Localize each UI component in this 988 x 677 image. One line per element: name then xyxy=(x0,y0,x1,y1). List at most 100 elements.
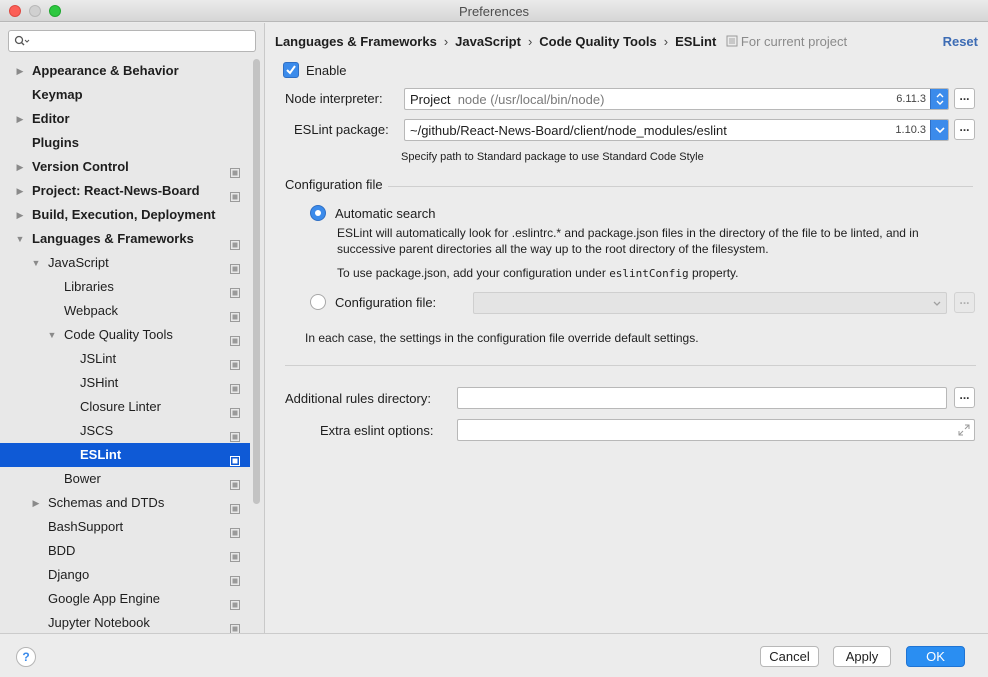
sidebar-item-webpack[interactable]: Webpack xyxy=(0,299,250,323)
sidebar-item-closure-linter[interactable]: Closure Linter xyxy=(0,395,250,419)
expand-arrow-right-icon[interactable]: ▶ xyxy=(15,155,25,179)
sidebar-item-jslint[interactable]: JSLint xyxy=(0,347,250,371)
sidebar-item-label: Bower xyxy=(64,471,101,486)
project-config-icon xyxy=(230,426,240,442)
reset-link[interactable]: Reset xyxy=(943,34,978,49)
sidebar-item-google-app-engine[interactable]: Google App Engine xyxy=(0,587,250,611)
project-scope-icon xyxy=(726,35,738,47)
cancel-button[interactable]: Cancel xyxy=(760,646,819,667)
sidebar-item-keymap[interactable]: Keymap xyxy=(0,83,250,107)
project-config-icon xyxy=(230,378,240,394)
section-divider xyxy=(285,365,976,366)
breadcrumb-item: JavaScript xyxy=(455,34,521,49)
sidebar-item-label: Appearance & Behavior xyxy=(32,63,179,78)
breadcrumb-separator: › xyxy=(443,34,449,49)
sidebar-scrollbar[interactable] xyxy=(253,59,260,504)
sidebar-item-label: Build, Execution, Deployment xyxy=(32,207,216,222)
sidebar-item-appearance-behavior[interactable]: ▶ Appearance & Behavior xyxy=(0,59,250,83)
rules-directory-browse-button[interactable]: ... xyxy=(954,387,975,408)
expand-icon[interactable] xyxy=(958,424,970,439)
project-config-icon xyxy=(230,474,240,490)
node-interpreter-select[interactable]: Project node (/usr/local/bin/node) 6.11.… xyxy=(404,88,949,110)
extra-options-input[interactable] xyxy=(457,419,975,441)
sidebar-item-label: Code Quality Tools xyxy=(64,327,173,342)
sidebar-item-label: Languages & Frameworks xyxy=(32,231,194,246)
enable-checkbox[interactable] xyxy=(283,62,299,78)
eslint-package-browse-button[interactable]: ... xyxy=(954,119,975,140)
enable-label: Enable xyxy=(306,63,347,78)
sidebar-item-label: Keymap xyxy=(32,87,83,102)
project-config-icon xyxy=(230,258,240,274)
sidebar-item-bashsupport[interactable]: BashSupport xyxy=(0,515,250,539)
apply-button[interactable]: Apply xyxy=(833,646,891,667)
sidebar-item-label: Plugins xyxy=(32,135,79,150)
expand-arrow-right-icon[interactable]: ▶ xyxy=(15,179,25,203)
expand-arrow-down-icon[interactable]: ▼ xyxy=(47,323,57,347)
breadcrumb-separator: › xyxy=(527,34,533,49)
sidebar-item-code-quality-tools[interactable]: ▼ Code Quality Tools xyxy=(0,323,250,347)
sidebar-item-jshint[interactable]: JSHint xyxy=(0,371,250,395)
ok-button[interactable]: OK xyxy=(906,646,965,667)
sidebar-item-jupyter-notebook[interactable]: Jupyter Notebook xyxy=(0,611,250,633)
sidebar-item-libraries[interactable]: Libraries xyxy=(0,275,250,299)
sidebar-item-label: JavaScript xyxy=(48,255,109,270)
expand-arrow-down-icon[interactable]: ▼ xyxy=(31,251,41,275)
sidebar-item-django[interactable]: Django xyxy=(0,563,250,587)
sidebar-item-label: Jupyter Notebook xyxy=(48,615,150,630)
sidebar-item-label: JSLint xyxy=(80,351,117,366)
expand-arrow-right-icon[interactable]: ▶ xyxy=(15,107,25,131)
sidebar-item-project-react-news-board[interactable]: ▶ Project: React-News-Board xyxy=(0,179,250,203)
project-config-icon xyxy=(230,330,240,346)
sidebar-item-label: BashSupport xyxy=(48,519,124,534)
breadcrumb-separator: › xyxy=(663,34,669,49)
configuration-file-browse-button[interactable]: ... xyxy=(954,292,975,313)
automatic-search-desc-line2: successive parent directories all the wa… xyxy=(337,242,769,256)
sidebar-item-label: Webpack xyxy=(64,303,118,318)
sidebar-item-version-control[interactable]: ▶ Version Control xyxy=(0,155,250,179)
sidebar-item-plugins[interactable]: Plugins xyxy=(0,131,250,155)
expand-arrow-right-icon[interactable]: ▶ xyxy=(31,491,41,515)
sidebar-item-languages-frameworks[interactable]: ▼ Languages & Frameworks xyxy=(0,227,250,251)
automatic-search-desc-line1: ESLint will automatically look for .esli… xyxy=(337,226,919,240)
sidebar-item-bdd[interactable]: BDD xyxy=(0,539,250,563)
eslint-package-select[interactable]: ~/github/React-News-Board/client/node_mo… xyxy=(404,119,949,141)
expand-arrow-right-icon[interactable]: ▶ xyxy=(15,59,25,83)
automatic-search-radio[interactable] xyxy=(310,205,326,221)
sidebar-item-eslint[interactable]: ESLint xyxy=(0,443,250,467)
node-version: 6.11.3 xyxy=(896,93,926,105)
sidebar-item-schemas-and-dtds[interactable]: ▶ Schemas and DTDs xyxy=(0,491,250,515)
eslint-settings-panel: Languages & Frameworks › JavaScript › Code Q… xyxy=(266,23,988,633)
expand-arrow-right-icon[interactable]: ▶ xyxy=(15,203,25,227)
chevron-down-icon xyxy=(930,120,948,140)
project-config-icon xyxy=(230,354,240,370)
eslint-package-label: ESLint package: xyxy=(294,122,389,137)
expand-arrow-down-icon[interactable]: ▼ xyxy=(15,227,25,251)
rules-directory-input[interactable] xyxy=(457,387,947,409)
sidebar-item-jscs[interactable]: JSCS xyxy=(0,419,250,443)
sidebar-item-label: JSHint xyxy=(80,375,119,390)
project-config-icon xyxy=(230,522,240,538)
help-button[interactable]: ? xyxy=(16,647,36,667)
rules-directory-label: Additional rules directory: xyxy=(285,391,431,406)
settings-tree: ▶ Appearance & Behavior Keymap ▶ Editor Plugi… xyxy=(0,59,250,633)
settings-search-input[interactable] xyxy=(8,30,256,52)
breadcrumb-item: Languages & Frameworks xyxy=(275,34,437,49)
sidebar-item-label: Libraries xyxy=(64,279,114,294)
checkmark-icon xyxy=(286,65,296,75)
breadcrumb-item: ESLint xyxy=(675,34,717,49)
sidebar-item-editor[interactable]: ▶ Editor xyxy=(0,107,250,131)
sidebar-item-label: ESLint xyxy=(80,447,122,462)
sidebar-item-bower[interactable]: Bower xyxy=(0,467,250,491)
sidebar-item-label: JSCS xyxy=(80,423,114,438)
node-interpreter-browse-button[interactable]: ... xyxy=(954,88,975,109)
project-config-icon xyxy=(230,186,240,202)
window-title: Preferences xyxy=(458,4,530,19)
section-divider xyxy=(388,186,973,187)
configuration-file-radio[interactable] xyxy=(310,294,326,310)
configuration-file-select[interactable] xyxy=(473,292,947,314)
sidebar-item-label: BDD xyxy=(48,543,76,558)
sidebar-item-label: Closure Linter xyxy=(80,399,161,414)
sidebar-item-javascript[interactable]: ▼ JavaScript xyxy=(0,251,250,275)
sidebar-item-build-execution-deployment[interactable]: ▶ Build, Execution, Deployment xyxy=(0,203,250,227)
sidebar-item-label: Editor xyxy=(32,111,70,126)
